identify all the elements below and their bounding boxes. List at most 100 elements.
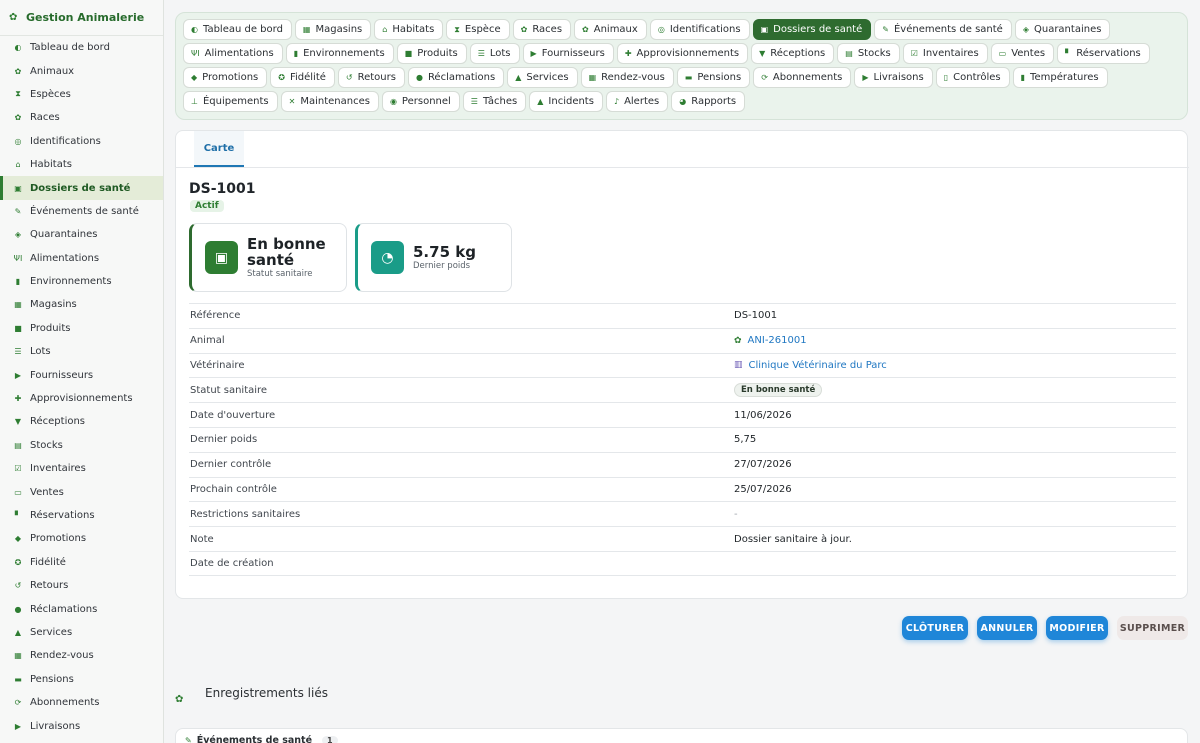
close-record-button[interactable]: CLÔTURER — [902, 616, 968, 640]
tab-stocks[interactable]: ▤ Stocks — [837, 43, 900, 64]
sidebar-item-services[interactable]: ▲ Services — [0, 621, 163, 644]
tab-carte[interactable]: Carte — [194, 131, 244, 167]
tab-label: Tâches — [482, 96, 518, 107]
tab-races[interactable]: ✿ Races — [512, 19, 572, 40]
clipboard-icon: ▯ — [943, 73, 949, 82]
tab-produits[interactable]: ■ Produits — [396, 43, 467, 64]
tab-tableau-de-bord[interactable]: ◐ Tableau de bord — [183, 19, 292, 40]
sidebar-item-identifications[interactable]: ◎ Identifications — [0, 130, 163, 153]
tab-magasins[interactable]: ▦ Magasins — [294, 19, 372, 40]
sidebar-item-r-ceptions[interactable]: ▼ Réceptions — [0, 410, 163, 433]
sidebar-item-approvisionnements[interactable]: ✚ Approvisionnements — [0, 387, 163, 410]
box-icon: ■ — [14, 323, 22, 333]
tab-services[interactable]: ▲ Services — [507, 67, 578, 88]
sidebar-item-races[interactable]: ✿ Races — [0, 106, 163, 129]
tab-dossiers-de-sant-[interactable]: ▣ Dossiers de santé — [752, 19, 872, 40]
field-row: Animal ✿ ANI-261001 — [189, 327, 1176, 353]
sidebar-item-livraisons[interactable]: ▶ Livraisons — [0, 714, 163, 737]
sidebar-item-rendez-vous[interactable]: ▦ Rendez-vous — [0, 644, 163, 667]
sidebar-item-r-servations[interactable]: ▘ Réservations — [0, 504, 163, 527]
sidebar-item-magasins[interactable]: ▦ Magasins — [0, 293, 163, 316]
tab-t-ches[interactable]: ☰ Tâches — [462, 91, 527, 112]
tab-r-servations[interactable]: ▘ Réservations — [1057, 43, 1150, 64]
sidebar-item-fid-lit-[interactable]: ✪ Fidélité — [0, 551, 163, 574]
tab-personnel[interactable]: ◉ Personnel — [381, 91, 460, 112]
sidebar-item-inventaires[interactable]: ☑ Inventaires — [0, 457, 163, 480]
syringe-icon: ✎ — [882, 25, 889, 34]
tab-alertes[interactable]: ♪ Alertes — [605, 91, 669, 112]
bell-icon: ♪ — [613, 97, 620, 106]
tab-animaux[interactable]: ✿ Animaux — [574, 19, 647, 40]
tab-rendez-vous[interactable]: ▦ Rendez-vous — [580, 67, 674, 88]
sidebar-item-stocks[interactable]: ▤ Stocks — [0, 434, 163, 457]
tab--v-nements-de-sant-[interactable]: ✎ Événements de santé — [874, 19, 1012, 40]
sidebar-item-r-clamations[interactable]: ● Réclamations — [0, 597, 163, 620]
tab-esp-ce[interactable]: ⧗ Espèce — [446, 19, 510, 40]
delivery-icon: ▶ — [862, 73, 869, 82]
tab-fid-lit-[interactable]: ✪ Fidélité — [270, 67, 335, 88]
sidebar-item-habitats[interactable]: ⌂ Habitats — [0, 153, 163, 176]
sidebar-item-label: Réservations — [30, 510, 95, 521]
tab-incidents[interactable]: ▲ Incidents — [529, 91, 603, 112]
sidebar-item-lots[interactable]: ☰ Lots — [0, 340, 163, 363]
sidebar-item-pensions[interactable]: ▬ Pensions — [0, 668, 163, 691]
field-link[interactable]: ✿ ANI-261001 — [734, 335, 807, 346]
status-pill: En bonne santé — [734, 383, 823, 398]
sidebar-item-promotions[interactable]: ◆ Promotions — [0, 527, 163, 550]
tasks-icon: ☰ — [470, 97, 478, 106]
tab-label: Lots — [489, 48, 511, 59]
field-link[interactable]: ▥ Clinique Vétérinaire du Parc — [734, 360, 887, 371]
sidebar-item-animaux[interactable]: ✿ Animaux — [0, 59, 163, 82]
tab-livraisons[interactable]: ▶ Livraisons — [854, 67, 933, 88]
delete-button[interactable]: SUPPRIMER — [1117, 616, 1188, 640]
sidebar-item-fournisseurs[interactable]: ▶ Fournisseurs — [0, 363, 163, 386]
tab-pensions[interactable]: ▬ Pensions — [676, 67, 751, 88]
field-link-text[interactable]: Clinique Vétérinaire du Parc — [749, 360, 887, 371]
tab-label: Pensions — [697, 72, 742, 83]
tab-habitats[interactable]: ⌂ Habitats — [374, 19, 444, 40]
sidebar-item-label: Animaux — [30, 65, 75, 77]
tab-contr-les[interactable]: ▯ Contrôles — [935, 67, 1010, 88]
tab-identifications[interactable]: ◎ Identifications — [649, 19, 750, 40]
sidebar-item-abonnements[interactable]: ⟳ Abonnements — [0, 691, 163, 714]
sidebar-item-retours[interactable]: ↺ Retours — [0, 574, 163, 597]
tab-r-clamations[interactable]: ● Réclamations — [407, 67, 505, 88]
tab-promotions[interactable]: ◆ Promotions — [183, 67, 268, 88]
tab-r-ceptions[interactable]: ▼ Réceptions — [751, 43, 835, 64]
sidebar-item-label: Quarantaines — [30, 229, 98, 241]
sidebar-item-tableau-de-bord[interactable]: ◐ Tableau de bord — [0, 36, 163, 59]
tab-environnements[interactable]: ▮ Environnements — [285, 43, 394, 64]
linked-section[interactable]: ✎ Événements de santé 1 — [175, 728, 1188, 743]
app-brand[interactable]: ✿ Gestion Animalerie — [0, 0, 163, 36]
tab-maintenances[interactable]: ✕ Maintenances — [280, 91, 379, 112]
tab-abonnements[interactable]: ⟳ Abonnements — [753, 67, 852, 88]
tab-alimentations[interactable]: ΨΙ Alimentations — [183, 43, 283, 64]
tab-quarantaines[interactable]: ◈ Quarantaines — [1014, 19, 1111, 40]
sidebar-item-ventes[interactable]: ▭ Ventes — [0, 480, 163, 503]
edit-button[interactable]: MODIFIER — [1046, 616, 1108, 640]
tab-approvisionnements[interactable]: ✚ Approvisionnements — [616, 43, 749, 64]
tab-ventes[interactable]: ▭ Ventes — [990, 43, 1055, 64]
syringe-icon: ✎ — [14, 206, 22, 216]
tab-fournisseurs[interactable]: ▶ Fournisseurs — [522, 43, 614, 64]
tab-inventaires[interactable]: ☑ Inventaires — [902, 43, 988, 64]
sidebar-item--v-nements-de-sant-[interactable]: ✎ Événements de santé — [0, 200, 163, 223]
sidebar-item-quarantaines[interactable]: ◈ Quarantaines — [0, 223, 163, 246]
tab-rapports[interactable]: ◕ Rapports — [671, 91, 746, 112]
sidebar-item-alimentations[interactable]: ΨΙ Alimentations — [0, 247, 163, 270]
comment-icon: ● — [415, 73, 423, 82]
paw-icon: ✿ — [520, 25, 528, 34]
cancel-record-button[interactable]: ANNULER — [977, 616, 1037, 640]
sidebar-item-label: Événements de santé — [30, 205, 139, 217]
sidebar-item-dossiers-de-sant-[interactable]: ▣ Dossiers de santé — [0, 176, 163, 200]
sidebar-item-produits[interactable]: ■ Produits — [0, 317, 163, 340]
sidebar-item-esp-ces[interactable]: ⧗ Espèces — [0, 83, 163, 106]
tab-label: Températures — [1030, 72, 1099, 83]
tab-retours[interactable]: ↺ Retours — [337, 67, 405, 88]
tab-temp-ratures[interactable]: ▮ Températures — [1012, 67, 1108, 88]
sidebar-item-label: Lots — [30, 346, 51, 358]
field-link-text[interactable]: ANI-261001 — [748, 335, 807, 346]
tab--quipements[interactable]: ⊥ Équipements — [183, 91, 278, 112]
sidebar-item-environnements[interactable]: ▮ Environnements — [0, 270, 163, 293]
tab-lots[interactable]: ☰ Lots — [469, 43, 520, 64]
